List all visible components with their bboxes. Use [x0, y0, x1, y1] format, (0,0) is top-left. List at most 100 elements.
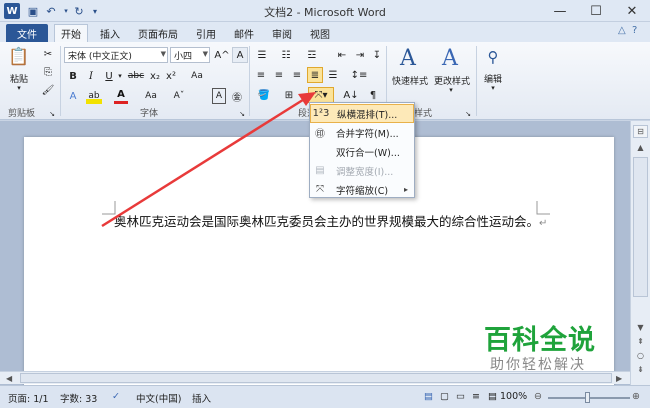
shading-icon[interactable]: 🪣 — [253, 87, 275, 103]
insert-mode[interactable]: 插入 — [192, 391, 211, 405]
word-count[interactable]: 字数: 33 — [60, 391, 97, 405]
font-color-button[interactable]: A — [114, 88, 128, 104]
align-right-icon[interactable]: ≡ — [289, 67, 305, 83]
borders-icon[interactable]: ⊞ — [279, 87, 299, 103]
binoculars-icon[interactable]: ⚲ — [482, 46, 504, 68]
increase-indent-icon[interactable]: ⇥ — [352, 47, 368, 63]
font-launcher-icon[interactable]: ↘ — [238, 106, 246, 122]
title-bar: W ▣ ↶ ▾ ↻ ▾ 文档2 - Microsoft Word — ☐ ✕ — [0, 0, 650, 22]
document-text[interactable]: 奥林匹克运动会是国际奥林匹克委员会主办的世界规模最大的综合性运动会。↵ — [114, 211, 547, 230]
outline-icon[interactable]: ≡ — [472, 391, 480, 402]
chevron-down-icon[interactable]: ▼ — [161, 50, 166, 58]
line-spacing-icon[interactable]: ↕≡ — [348, 67, 370, 83]
ruler-toggle-icon[interactable]: ⊟ — [633, 125, 648, 138]
numbering-icon[interactable]: ☷ — [277, 47, 295, 63]
change-styles-icon[interactable]: A — [438, 45, 462, 71]
clear-format-icon[interactable]: A — [232, 47, 248, 63]
fit-text-icon: ▤ — [315, 165, 325, 176]
change-case-button[interactable]: Aa — [186, 68, 208, 84]
quick-styles-label[interactable]: 快速样式 — [388, 74, 432, 87]
align-center-icon[interactable]: ≡ — [271, 67, 287, 83]
justify-icon[interactable]: ≣ — [307, 67, 323, 83]
scroll-up-icon[interactable]: ▲ — [633, 141, 648, 154]
scroll-left-icon[interactable]: ◀ — [6, 374, 12, 383]
page-count[interactable]: 页面: 1/1 — [8, 391, 49, 405]
full-screen-icon[interactable]: ▢ — [440, 391, 449, 402]
paste-dropdown-icon[interactable]: ▾ — [14, 84, 24, 92]
highlight-button[interactable]: ab — [86, 88, 102, 104]
character-shading-button[interactable]: Aa — [140, 88, 162, 104]
copy-icon[interactable]: ⎘ — [40, 64, 56, 80]
tab-mailings[interactable]: 邮件 — [228, 24, 260, 42]
clipboard-launcher-icon[interactable]: ↘ — [48, 106, 56, 122]
font-group-label: 字体 — [140, 109, 159, 119]
tab-page-layout[interactable]: 页面布局 — [132, 24, 184, 42]
superscript-button[interactable]: x² — [164, 68, 178, 84]
paragraph-mark: ↵ — [539, 218, 548, 229]
text-effect-icon[interactable]: A — [66, 88, 80, 104]
previous-page-icon[interactable]: ⇞ — [633, 335, 648, 348]
ribbon-minimize-icon[interactable]: △ — [618, 25, 626, 36]
maximize-icon[interactable]: ☐ — [578, 0, 614, 22]
proofing-icon[interactable]: ✓ — [112, 391, 120, 402]
tab-file[interactable]: 文件 — [6, 24, 48, 42]
vertical-scrollbar[interactable]: ⊟ ▲ ▼ ⇞ ○ ⇟ — [630, 121, 650, 385]
scroll-down-icon[interactable]: ▼ — [633, 321, 648, 334]
language-indicator[interactable]: 中文(中国) — [136, 391, 181, 405]
font-name-combo[interactable]: 宋体 (中文正文) ▼ — [64, 47, 168, 63]
minimize-icon[interactable]: — — [542, 0, 578, 22]
tab-insert[interactable]: 插入 — [94, 24, 126, 42]
align-left-icon[interactable]: ≡ — [253, 67, 269, 83]
scroll-right-icon[interactable]: ▶ — [616, 374, 622, 383]
print-layout-icon[interactable]: ▤ — [424, 391, 433, 402]
char-border-button[interactable]: A — [212, 88, 226, 104]
styles-launcher-icon[interactable]: ↘ — [464, 106, 472, 122]
zoom-out-icon[interactable]: ⊖ — [534, 391, 542, 402]
tab-home[interactable]: 开始 — [54, 24, 88, 42]
close-icon[interactable]: ✕ — [614, 0, 650, 22]
zoom-level[interactable]: 100% — [500, 391, 527, 402]
font-size-combo[interactable]: 小四 ▼ — [170, 47, 210, 63]
zoom-in-icon[interactable]: ⊕ — [632, 391, 640, 402]
underline-dropdown-icon[interactable]: ▾ — [116, 68, 124, 84]
paste-icon[interactable]: 📋 — [8, 46, 30, 68]
tab-review[interactable]: 审阅 — [266, 24, 298, 42]
quick-styles-icon[interactable]: A — [396, 45, 420, 71]
sort-icon[interactable]: ↧ — [370, 47, 384, 63]
change-styles-dropdown-icon[interactable]: ▾ — [446, 86, 456, 94]
help-icon[interactable]: ? — [632, 25, 637, 36]
zoom-slider-thumb[interactable] — [585, 392, 590, 403]
scroll-thumb[interactable] — [633, 157, 648, 297]
sort-asc-icon[interactable]: A↓ — [340, 87, 362, 103]
distributed-icon[interactable]: ☰ — [325, 67, 341, 83]
subscript-button[interactable]: x₂ — [148, 68, 162, 84]
menu-item-character-scale[interactable]: ⤧ 字符缩放(C) ▸ — [310, 180, 414, 199]
decrease-indent-icon[interactable]: ⇤ — [334, 47, 350, 63]
grow-font-button[interactable]: A^ — [214, 47, 230, 63]
chevron-down-icon[interactable]: ▼ — [203, 50, 208, 58]
menu-item-combine-vertical[interactable]: 1²3 纵横混排(T)... — [310, 104, 414, 123]
document-paragraph[interactable]: 奥林匹克运动会是国际奥林匹克委员会主办的世界规模最大的综合性运动会。 — [114, 214, 539, 229]
grow-shrink-button[interactable]: Aˇ — [170, 88, 188, 104]
web-layout-icon[interactable]: ▭ — [456, 391, 465, 402]
show-marks-icon[interactable]: ¶ — [366, 87, 380, 103]
italic-button[interactable]: I — [84, 68, 98, 84]
underline-button[interactable]: U — [102, 68, 116, 84]
editing-dropdown-icon[interactable]: ▾ — [488, 84, 498, 92]
multilevel-list-icon[interactable]: ☲ — [301, 47, 323, 63]
tab-references[interactable]: 引用 — [190, 24, 222, 42]
next-page-icon[interactable]: ⇟ — [633, 363, 648, 376]
browse-object-icon[interactable]: ○ — [633, 349, 648, 362]
tab-view[interactable]: 视图 — [304, 24, 336, 42]
draft-icon[interactable]: ▤ — [488, 391, 497, 402]
cut-icon[interactable]: ✂ — [40, 46, 56, 62]
menu-item-combine-characters[interactable]: ㊞ 合并字符(M)... — [310, 123, 414, 142]
format-painter-icon[interactable]: 🖌 — [40, 82, 56, 98]
menu-item-two-lines-in-one[interactable]: 双行合一(W)... — [310, 142, 414, 161]
strikethrough-button[interactable]: abc — [126, 68, 146, 84]
bold-button[interactable]: B — [66, 68, 80, 84]
asian-layout-button[interactable]: ⤧▾ — [308, 87, 334, 103]
enclose-characters-button[interactable]: ㊎ — [230, 88, 244, 104]
bullets-icon[interactable]: ☰ — [253, 47, 271, 63]
horizontal-scroll-thumb[interactable] — [20, 373, 612, 383]
